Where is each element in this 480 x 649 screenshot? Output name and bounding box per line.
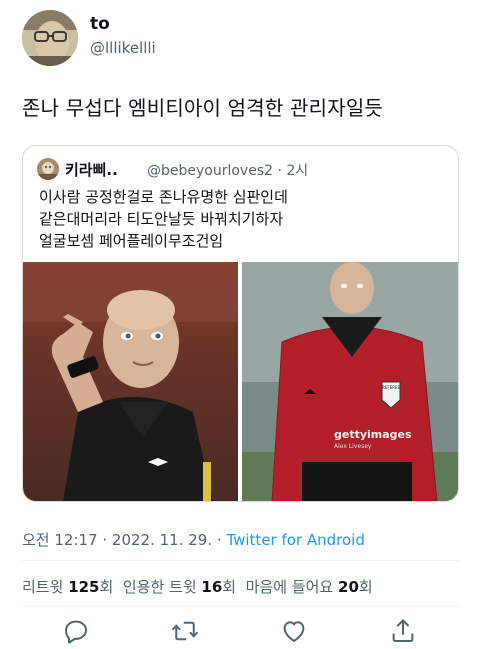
quoted-image-referee-standing[interactable]: REFEREE gettyimages Alex Livesey xyxy=(242,262,458,501)
image-watermark: gettyimages xyxy=(334,428,412,441)
tweet-time[interactable]: 오전 12:17 xyxy=(22,531,98,549)
image-credit: Alex Livesey xyxy=(334,443,372,450)
meta-separator: · xyxy=(97,531,112,549)
retweets-unit: 회 xyxy=(99,578,114,596)
tweet-source[interactable]: Twitter for Android xyxy=(226,531,364,549)
quoted-text: 이사람 공정한걸로 존나유명한 심판인데 같은대머리라 티도안날듯 바꿔치기하자… xyxy=(39,186,288,252)
quotes-stat[interactable]: 인용한 트윗 16회 xyxy=(123,578,236,596)
quoted-line: 이사람 공정한걸로 존나유명한 심판인데 xyxy=(39,188,288,206)
referee-badge-text: REFEREE xyxy=(382,385,400,390)
quoted-handle: @bebeyourloves2 · 2시 xyxy=(147,160,308,180)
quoted-tweet[interactable]: 키라삐.. @bebeyourloves2 · 2시 이사람 공정한걸로 존나유… xyxy=(22,145,459,502)
quoted-line: 같은대머리라 티도안날듯 바꿔치기하자 xyxy=(39,210,284,228)
tweet-date[interactable]: 2022. 11. 29. xyxy=(112,531,212,549)
reply-icon[interactable] xyxy=(61,616,91,646)
action-bar xyxy=(0,612,480,648)
likes-stat[interactable]: 마음에 들어요 20회 xyxy=(246,578,373,596)
quoted-time: · 2시 xyxy=(277,163,309,179)
quoted-avatar xyxy=(37,158,59,180)
retweets-label: 리트윗 xyxy=(22,578,64,596)
quoted-line: 얼굴보셈 페어플레이무조건임 xyxy=(39,232,224,250)
tweet-text: 존나 무섭다 엠비티아이 엄격한 관리자일듯 xyxy=(22,96,384,120)
likes-label: 마음에 들어요 xyxy=(245,578,334,596)
like-icon[interactable] xyxy=(279,616,309,646)
divider xyxy=(22,606,459,607)
quotes-label: 인용한 트윗 xyxy=(122,578,197,596)
retweets-count: 125 xyxy=(68,578,100,596)
divider xyxy=(22,560,459,561)
author-avatar[interactable] xyxy=(22,10,78,66)
quotes-unit: 회 xyxy=(222,578,237,596)
author-name[interactable]: to xyxy=(90,14,110,34)
likes-unit: 회 xyxy=(358,578,373,596)
tweet-stats: 리트윗 125회 인용한 트윗 16회 마음에 들어요 20회 xyxy=(22,576,373,597)
tweet-meta: 오전 12:17 · 2022. 11. 29. · Twitter for A… xyxy=(22,529,365,550)
likes-count: 20 xyxy=(338,578,359,596)
retweets-stat[interactable]: 리트윗 125회 xyxy=(22,578,113,596)
quoted-handle-text: @bebeyourloves2 xyxy=(147,163,274,179)
quoted-image-referee-pointing[interactable] xyxy=(23,262,238,501)
share-icon[interactable] xyxy=(388,616,418,646)
tweet-header: to @lllikellli xyxy=(22,10,462,66)
quoted-name: 키라삐.. xyxy=(65,161,118,179)
author-handle[interactable]: @lllikellli xyxy=(90,39,156,57)
meta-separator: · xyxy=(212,531,227,549)
retweet-icon[interactable] xyxy=(170,616,200,646)
quotes-count: 16 xyxy=(201,578,223,596)
